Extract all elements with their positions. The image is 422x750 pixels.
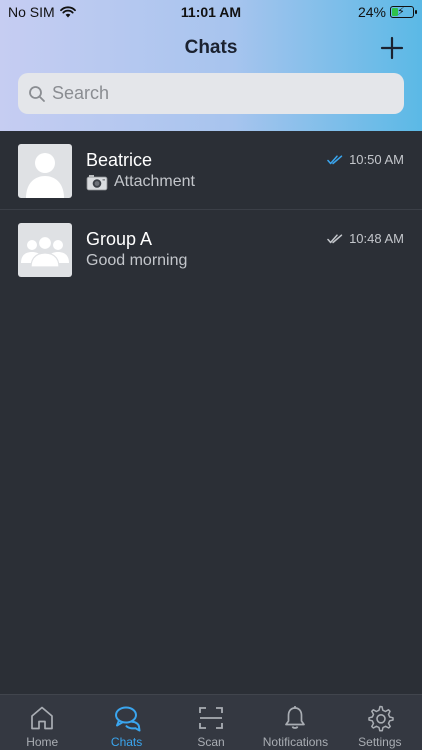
chat-timestamp: 10:48 AM bbox=[327, 231, 404, 246]
group-avatar-icon bbox=[21, 235, 69, 268]
gear-icon bbox=[368, 705, 394, 732]
chat-item-group-a[interactable]: Group A Good morning 10:48 AM bbox=[0, 210, 422, 289]
tab-label: Home bbox=[26, 735, 59, 749]
tab-label: Scan bbox=[197, 735, 225, 749]
status-bar: No SIM 11:01 AM 24% ⚡ bbox=[0, 0, 422, 24]
avatar bbox=[18, 223, 72, 277]
bell-icon bbox=[285, 706, 306, 729]
chat-preview-text: Good morning bbox=[86, 252, 188, 269]
tab-bar: Home Chats Scan Notifications Settings bbox=[0, 694, 422, 750]
tab-settings[interactable]: Settings bbox=[338, 695, 422, 750]
chat-name: Beatrice bbox=[86, 150, 153, 170]
home-icon bbox=[31, 706, 54, 730]
chat-preview: Attachment bbox=[86, 173, 195, 191]
tab-home[interactable]: Home bbox=[0, 695, 84, 750]
double-check-read-icon bbox=[327, 154, 343, 164]
search-input[interactable]: Search bbox=[18, 73, 404, 114]
chat-timestamp: 10:50 AM bbox=[327, 152, 404, 167]
tab-notifications[interactable]: Notifications bbox=[253, 695, 337, 750]
new-chat-button[interactable] bbox=[380, 36, 404, 60]
search-icon bbox=[29, 85, 45, 102]
battery-status: 24% ⚡ bbox=[357, 4, 417, 20]
charging-bolt-icon: ⚡ bbox=[397, 6, 405, 18]
chat-item-beatrice[interactable]: Beatrice Attachment 10:50 AM bbox=[0, 131, 422, 210]
avatar bbox=[18, 144, 72, 198]
chat-preview-text: Attachment bbox=[114, 173, 195, 190]
tab-label: Settings bbox=[358, 735, 402, 749]
double-check-delivered-icon bbox=[327, 233, 343, 243]
header: No SIM 11:01 AM 24% ⚡ Chats Search bbox=[0, 0, 422, 131]
chat-name: Group A bbox=[86, 229, 153, 249]
chats-icon bbox=[114, 706, 141, 732]
chat-time-text: 10:48 AM bbox=[349, 231, 404, 246]
tab-scan[interactable]: Scan bbox=[169, 695, 253, 750]
tab-chats[interactable]: Chats bbox=[84, 695, 168, 750]
person-avatar-icon bbox=[26, 153, 64, 198]
battery-icon: ⚡ bbox=[390, 6, 417, 18]
page-title: Chats bbox=[184, 37, 238, 58]
scan-icon bbox=[199, 707, 223, 729]
search-placeholder: Search bbox=[52, 83, 110, 103]
battery-percent: 24% bbox=[357, 4, 386, 20]
chat-preview: Good morning bbox=[86, 252, 187, 270]
chat-time-text: 10:50 AM bbox=[349, 152, 404, 167]
tab-label: Chats bbox=[110, 735, 143, 749]
camera-icon bbox=[86, 174, 108, 190]
tab-label: Notifications bbox=[262, 735, 329, 749]
